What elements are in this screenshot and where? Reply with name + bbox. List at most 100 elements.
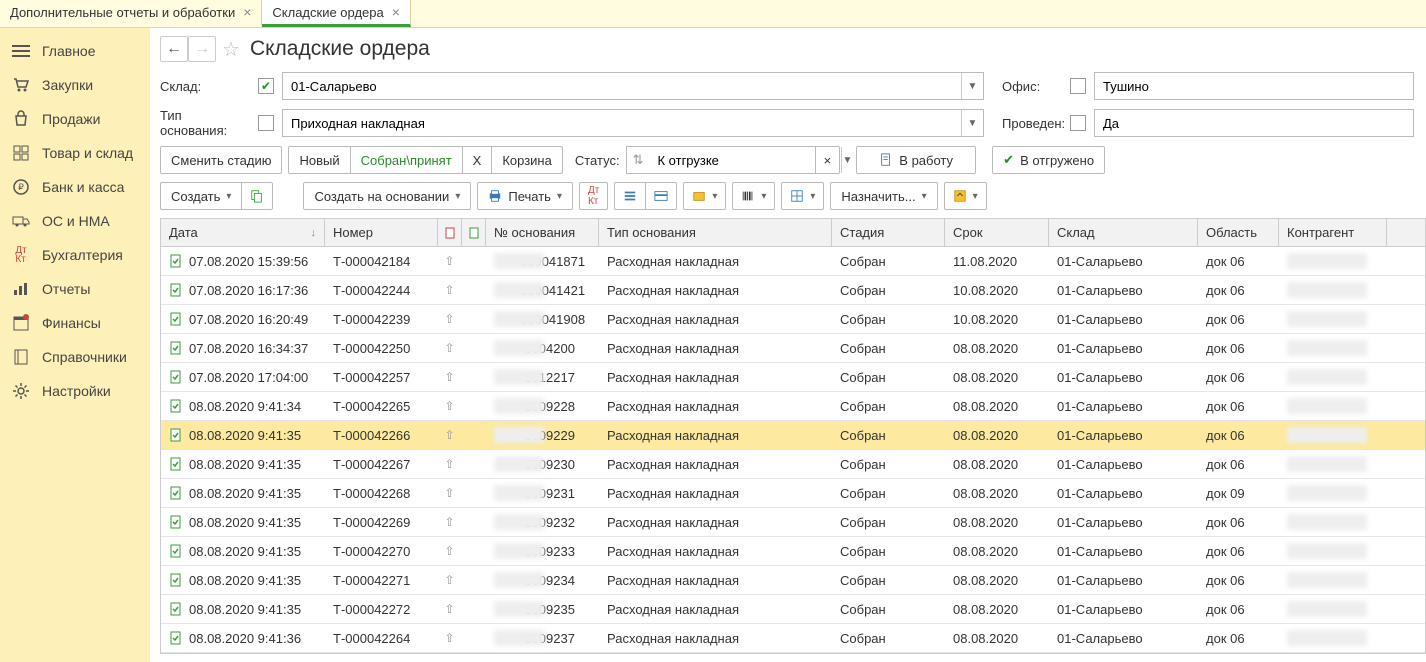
filter-posted-checkbox[interactable]: [1070, 115, 1086, 131]
cell-number: Т-000042264: [333, 631, 410, 646]
action3-button[interactable]: [683, 182, 726, 210]
doc-posted-icon: [169, 486, 183, 500]
table-row[interactable]: 08.08.2020 9:41:35Т-000042266⇧-0009229Ра…: [161, 421, 1425, 450]
sidebar-item-7[interactable]: Отчеты: [0, 272, 150, 306]
cell-mask: [494, 427, 544, 443]
nav-back-button[interactable]: ←: [160, 36, 188, 62]
sidebar-item-1[interactable]: Закупки: [0, 68, 150, 102]
filter-office-checkbox[interactable]: [1070, 78, 1086, 94]
to-work-button[interactable]: В работу: [856, 146, 976, 174]
copy-button[interactable]: [241, 182, 273, 210]
sidebar-item-4[interactable]: ₽Банк и касса: [0, 170, 150, 204]
filter-basis-checkbox[interactable]: [258, 115, 274, 131]
status-combo[interactable]: ⇅ ▼: [626, 146, 816, 174]
stage-x-button[interactable]: Х: [462, 146, 493, 174]
table-row[interactable]: 08.08.2020 9:41:35Т-000042268⇧-0009231Ра…: [161, 479, 1425, 508]
sidebar-item-9[interactable]: Справочники: [0, 340, 150, 374]
chevron-down-icon[interactable]: ▼: [961, 73, 983, 99]
col-icon2[interactable]: [462, 219, 486, 246]
filter-basis-label: Тип основания:: [160, 108, 250, 138]
shipped-button[interactable]: ✔ В отгружено: [992, 146, 1105, 174]
col-sklad[interactable]: Склад: [1049, 219, 1198, 246]
col-region[interactable]: Область: [1198, 219, 1279, 246]
chevron-down-icon[interactable]: ▼: [841, 147, 852, 173]
filter-basis-combo[interactable]: ▼: [282, 109, 984, 137]
filter-posted-combo[interactable]: [1094, 109, 1414, 137]
filter-office-input[interactable]: [1095, 73, 1413, 99]
assign-button[interactable]: Назначить...: [830, 182, 937, 210]
close-icon[interactable]: ×: [392, 4, 400, 20]
cell-mask: [494, 630, 544, 646]
stage-trash-button[interactable]: Корзина: [491, 146, 563, 174]
status-clear-button[interactable]: ×: [815, 146, 841, 174]
cell-contr-mask: [1287, 630, 1367, 646]
create-button[interactable]: Создать: [160, 182, 242, 210]
table-row[interactable]: 07.08.2020 17:04:00Т-000042257⇧-0012217Р…: [161, 363, 1425, 392]
status-input[interactable]: [649, 147, 841, 173]
table-row[interactable]: 07.08.2020 16:34:37Т-000042250⇧-0004200Р…: [161, 334, 1425, 363]
table-row[interactable]: 08.08.2020 9:41:34Т-000042265⇧-0009228Ра…: [161, 392, 1425, 421]
table-row[interactable]: 08.08.2020 9:41:35Т-000042269⇧-0009232Ра…: [161, 508, 1425, 537]
tab-reports[interactable]: Дополнительные отчеты и обработки ×: [0, 0, 262, 27]
col-icon1[interactable]: [438, 219, 462, 246]
cell-region: док 09: [1206, 486, 1245, 501]
cell-stage: Собран: [840, 399, 886, 414]
col-date[interactable]: Дата↓: [161, 219, 325, 246]
table-row[interactable]: 08.08.2020 9:41:35Т-000042271⇧-0009234Ра…: [161, 566, 1425, 595]
table-row[interactable]: 08.08.2020 9:41:35Т-000042267⇧-0009230Ра…: [161, 450, 1425, 479]
cell-stage: Собран: [840, 254, 886, 269]
table-row[interactable]: 08.08.2020 9:41:35Т-000042270⇧-0009233Ра…: [161, 537, 1425, 566]
close-icon[interactable]: ×: [243, 4, 251, 20]
col-contr[interactable]: Контрагент: [1279, 219, 1387, 246]
cell-due: 10.08.2020: [953, 283, 1018, 298]
arrow-up-icon: ⇧: [444, 457, 454, 471]
sidebar-item-0[interactable]: Главное: [0, 34, 150, 68]
nav-fwd-button[interactable]: →: [188, 36, 216, 62]
cell-due: 10.08.2020: [953, 312, 1018, 327]
doc-icon: [879, 153, 893, 167]
col-number[interactable]: Номер: [325, 219, 438, 246]
export-button[interactable]: [944, 182, 987, 210]
settings2-button[interactable]: [781, 182, 824, 210]
dtkt-button[interactable]: ДтКт: [579, 182, 608, 210]
col-doctype[interactable]: Тип основания: [599, 219, 832, 246]
stage-new-button[interactable]: Новый: [288, 146, 350, 174]
table-row[interactable]: 07.08.2020 15:39:56Т-000042184⇧000041871…: [161, 247, 1425, 276]
table-row[interactable]: 08.08.2020 9:41:35Т-000042272⇧-0009235Ра…: [161, 595, 1425, 624]
favorite-star-icon[interactable]: ☆: [222, 37, 240, 62]
sidebar-item-10[interactable]: Настройки: [0, 374, 150, 408]
filter-sklad-checkbox[interactable]: [258, 78, 274, 94]
cell-date: 08.08.2020 9:41:35: [189, 486, 301, 501]
change-stage-button[interactable]: Сменить стадию: [160, 146, 282, 174]
filter-sklad-input[interactable]: [283, 73, 961, 99]
sidebar-item-6[interactable]: ДтКтБухгалтерия: [0, 238, 150, 272]
action2-button[interactable]: [645, 182, 677, 210]
col-stage[interactable]: Стадия: [832, 219, 945, 246]
sidebar-item-2[interactable]: Продажи: [0, 102, 150, 136]
cell-date: 07.08.2020 15:39:56: [189, 254, 308, 269]
sidebar-item-3[interactable]: Товар и склад: [0, 136, 150, 170]
sidebar-item-8[interactable]: Финансы: [0, 306, 150, 340]
col-docnum[interactable]: № основания: [486, 219, 599, 246]
sidebar-item-5[interactable]: ОС и НМА: [0, 204, 150, 238]
stage-assembled-button[interactable]: Собран\принят: [350, 146, 463, 174]
table-row[interactable]: 08.08.2020 9:41:36Т-000042264⇧-0009237Ра…: [161, 624, 1425, 653]
col-due[interactable]: Срок: [945, 219, 1049, 246]
chevron-down-icon[interactable]: ▼: [961, 110, 983, 136]
cell-number: Т-000042244: [333, 283, 410, 298]
table-row[interactable]: 07.08.2020 16:20:49Т-000042239⇧000041908…: [161, 305, 1425, 334]
barcode-button[interactable]: [732, 182, 775, 210]
arrow-up-icon: ⇧: [444, 515, 454, 529]
cell-doctype: Расходная накладная: [607, 515, 739, 530]
cell-mask: [494, 398, 544, 414]
table-row[interactable]: 07.08.2020 16:17:36Т-000042244⇧000041421…: [161, 276, 1425, 305]
action1-button[interactable]: [614, 182, 646, 210]
filter-basis-input[interactable]: [283, 110, 961, 136]
print-button[interactable]: Печать: [477, 182, 573, 210]
filter-posted-input[interactable]: [1095, 110, 1413, 136]
cell-due: 08.08.2020: [953, 399, 1018, 414]
create-on-basis-button[interactable]: Создать на основании: [303, 182, 471, 210]
filter-office-combo[interactable]: [1094, 72, 1414, 100]
tab-orders[interactable]: Складские ордера ×: [262, 0, 411, 27]
filter-sklad-combo[interactable]: ▼: [282, 72, 984, 100]
